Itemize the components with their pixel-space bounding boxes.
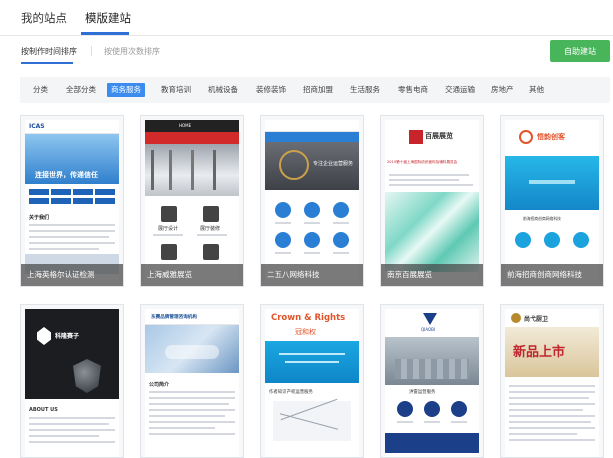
category-franchise[interactable]: 招商加盟 [299, 83, 337, 97]
template-thumbnail: ICAS 连接世界，传递信任 关于我们 [25, 120, 119, 286]
template-caption: 南京百展展览 [381, 264, 483, 286]
template-thumbnail: 悟韵创客 前海招商创商网络科技 [505, 120, 599, 286]
active-tab-indicator [81, 32, 129, 35]
template-card[interactable]: 悟韵创客 前海招商创商网络科技 前海招商创商网络科技 [500, 115, 604, 287]
thumb-headline: 连接世界，传递信任 [35, 171, 98, 179]
template-thumbnail: 专注企业运营服务 [265, 120, 359, 286]
category-decoration[interactable]: 装修装饰 [252, 83, 290, 97]
template-card[interactable]: 科隆赛子 ABOUT US [20, 304, 124, 458]
category-other[interactable]: 其他 [525, 83, 548, 97]
template-thumbnail: HOME 展厅设计 展厅装修 [145, 120, 239, 286]
category-retail[interactable]: 零售电商 [394, 83, 432, 97]
thumb-logo: 科隆赛子 [55, 333, 80, 340]
template-thumbnail: 百展展览 2019第十届上海国际纺织面料及辅料展览会 [385, 120, 479, 286]
thumb-section: 作者知识产权运营服务 [269, 390, 313, 395]
self-build-button[interactable]: 自助建站 [550, 40, 610, 62]
category-label: 分类 [33, 85, 48, 94]
template-thumbnail: 尚弋厨卫 新品上市 [505, 309, 599, 457]
template-thumbnail: 东赛品牌管理咨询机构 公司简介 [145, 309, 239, 457]
thumb-item: 展厅设计 [158, 226, 179, 232]
template-card[interactable]: HOME 展厅设计 展厅装修 上海威雅展览 [140, 115, 244, 287]
thumb-item: 展厅装修 [200, 226, 221, 232]
template-caption: 上海英格尔认证检测 [21, 264, 123, 286]
tab-template-build[interactable]: 模版建站 [85, 10, 131, 26]
category-machinery[interactable]: 机械设备 [204, 83, 242, 97]
category-business[interactable]: 商务服务 [107, 83, 145, 97]
thumb-headline: 新品上市 [513, 345, 566, 360]
category-filter: 分类 全部分类 商务服务 教育培训 机械设备 装修装饰 招商加盟 生活服务 零售… [20, 77, 610, 103]
thumb-subtitle: 冠和权 [295, 328, 316, 336]
thumb-logo: 尚弋厨卫 [524, 316, 549, 323]
template-card[interactable]: 尚弋厨卫 新品上市 [500, 304, 604, 458]
top-tabs: 我的站点 模版建站 [0, 0, 613, 36]
thumb-logo: 东赛品牌管理咨询机构 [151, 315, 197, 320]
sort-by-time[interactable]: 按制作时间排序 [21, 46, 77, 57]
template-card[interactable]: Crown & Rights 冠和权 作者知识产权运营服务 [260, 304, 364, 458]
sort-divider [91, 46, 92, 56]
template-card[interactable]: 百展展览 2019第十届上海国际纺织面料及辅料展览会 南京百展展览 [380, 115, 484, 287]
thumb-text: 洪雷运营服务 [409, 390, 436, 395]
template-card[interactable]: 东赛品牌管理咨询机构 公司简介 [140, 304, 244, 458]
thumb-section: ABOUT US [29, 407, 58, 413]
template-card[interactable]: QIAOBI 洪雷运营服务 [380, 304, 484, 458]
template-caption: 二五八网络科技 [261, 264, 363, 286]
thumb-section: 关于我们 [29, 215, 50, 221]
sort-row: 按制作时间排序 按使用次数排序 [0, 36, 613, 68]
category-life-service[interactable]: 生活服务 [346, 83, 384, 97]
thumb-text: 前海招商创商网络科技 [523, 216, 561, 221]
thumb-logo: QIAOBI [421, 327, 436, 332]
template-card[interactable]: ICAS 连接世界，传递信任 关于我们 上海英格尔认证检测 [20, 115, 124, 287]
thumb-section: 公司简介 [149, 382, 170, 388]
template-thumbnail: Crown & Rights 冠和权 作者知识产权运营服务 [265, 309, 359, 457]
brand-logo: ICAS [29, 123, 45, 130]
template-caption: 上海威雅展览 [141, 264, 243, 286]
thumb-title: Crown & Rights [271, 313, 346, 323]
category-transport[interactable]: 交通运输 [441, 83, 479, 97]
category-real-estate[interactable]: 房地产 [487, 83, 518, 97]
template-site-page: 我的站点 模版建站 按制作时间排序 按使用次数排序 自助建站 分类 全部分类 商… [0, 0, 613, 458]
template-caption: 前海招商创商网络科技 [501, 264, 603, 286]
template-thumbnail: QIAOBI 洪雷运营服务 [385, 309, 479, 457]
sort-by-usage[interactable]: 按使用次数排序 [104, 46, 160, 57]
category-education[interactable]: 教育培训 [157, 83, 195, 97]
thumb-logo: 百展展览 [425, 132, 453, 140]
thumb-slogan: 专注企业运营服务 [313, 161, 354, 167]
thumb-logo: 悟韵创客 [537, 133, 565, 141]
sort-active-indicator [21, 62, 73, 64]
thumb-text: 2019第十届上海国际纺织面料及辅料展览会 [387, 160, 458, 164]
category-all[interactable]: 全部分类 [62, 83, 100, 97]
template-thumbnail: 科隆赛子 ABOUT US [25, 309, 119, 457]
tab-my-sites[interactable]: 我的站点 [21, 10, 67, 26]
template-card[interactable]: 专注企业运营服务 二五八网络科技 [260, 115, 364, 287]
thumb-nav: HOME [179, 123, 192, 128]
